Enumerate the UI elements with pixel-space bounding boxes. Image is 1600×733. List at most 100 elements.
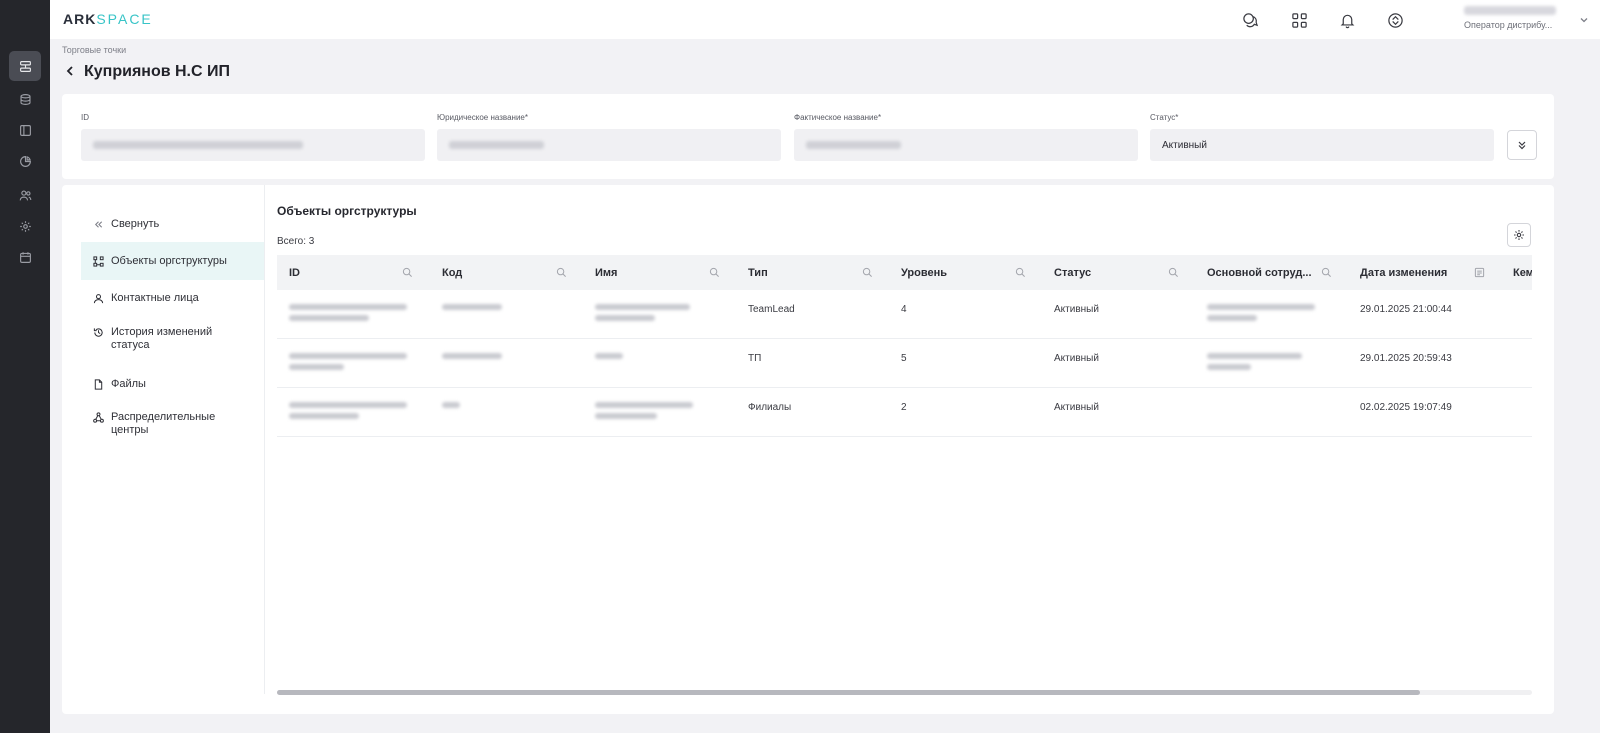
sync-button[interactable] (1384, 9, 1406, 31)
column-header-modified-by[interactable]: Кем (1513, 255, 1532, 290)
app-logo[interactable]: ARKSPACE (63, 11, 153, 27)
nav-item-label: Контактные лица (111, 292, 199, 304)
row-id (289, 402, 409, 424)
row-level: 4 (901, 304, 907, 315)
database-icon (19, 93, 31, 105)
row-id (289, 353, 409, 375)
row-main-employee (1207, 353, 1317, 375)
column-header-modified-date[interactable]: Дата изменения (1360, 255, 1447, 290)
divider (264, 185, 265, 694)
search-icon[interactable] (556, 267, 567, 278)
back-button[interactable] (64, 65, 76, 80)
table-row[interactable]: ТП 5 Активный 29.01.2025 20:59:43 (277, 339, 1532, 388)
nav-item-contacts[interactable]: Контактные лица (81, 280, 264, 316)
org-structure-icon (19, 60, 31, 72)
row-id (289, 304, 409, 326)
column-header-level[interactable]: Уровень (901, 255, 947, 290)
horizontal-scrollbar[interactable] (277, 690, 1532, 695)
nav-item-distribution-centers[interactable]: Распределительные центры (81, 402, 264, 450)
apps-button[interactable] (1288, 9, 1310, 31)
column-header-status[interactable]: Статус (1054, 255, 1091, 290)
id-field-label: ID (81, 113, 89, 122)
table-settings-button[interactable] (1507, 223, 1531, 247)
total-count: Всего: 3 (277, 236, 315, 247)
column-header-code[interactable]: Код (442, 255, 462, 290)
chevron-down-icon[interactable] (1578, 14, 1590, 26)
column-header-main-employee[interactable]: Основной сотруд... (1207, 255, 1312, 290)
page-title: Куприянов Н.С ИП (84, 63, 230, 80)
row-code (442, 353, 522, 364)
row-type: ТП (748, 353, 762, 364)
org-structure-icon (93, 256, 104, 267)
nav-item-label: Файлы (111, 377, 146, 390)
users-icon (19, 189, 31, 200)
nav-item-label: Объекты оргструктуры (111, 255, 227, 267)
rail-users-button[interactable] (9, 180, 41, 210)
id-input[interactable] (81, 129, 425, 161)
row-modified-date: 29.01.2025 20:59:43 (1360, 353, 1452, 364)
id-field: ID (81, 113, 425, 161)
rail-org-structure-button[interactable] (9, 51, 41, 81)
row-type: Филиалы (748, 402, 792, 413)
row-name (595, 402, 705, 424)
apps-grid-icon (1291, 12, 1307, 28)
collapse-button[interactable]: Свернуть (81, 205, 264, 242)
info-card: ID Юридическое название* Фактическое наз… (62, 94, 1554, 179)
pie-chart-icon (19, 155, 31, 167)
settings-icon (19, 220, 31, 232)
actual-name-label: Фактическое название* (794, 113, 882, 122)
file-icon (94, 378, 103, 390)
search-icon[interactable] (709, 267, 720, 278)
row-name (595, 353, 705, 364)
row-code (442, 402, 522, 413)
column-header-name[interactable]: Имя (595, 255, 617, 290)
legal-name-input[interactable] (437, 129, 781, 161)
user-menu[interactable]: Оператор дистрибу... (1464, 6, 1574, 30)
search-icon[interactable] (1321, 267, 1332, 278)
search-icon[interactable] (402, 267, 413, 278)
collapse-label: Свернуть (111, 217, 160, 230)
table-row[interactable]: Филиалы 2 Активный 02.02.2025 19:07:49 (277, 388, 1532, 437)
row-status: Активный (1054, 402, 1099, 413)
main-card: Свернуть Объекты оргструктуры Контактные… (62, 185, 1554, 714)
row-name (595, 304, 705, 326)
side-nav: Свернуть Объекты оргструктуры Контактные… (81, 205, 264, 450)
rail-analytics-button[interactable] (9, 146, 41, 176)
column-header-type[interactable]: Тип (748, 255, 768, 290)
status-select[interactable]: Активный (1150, 129, 1494, 161)
status-label: Статус* (1150, 113, 1179, 122)
gear-icon (1514, 230, 1524, 240)
nav-item-files[interactable]: Файлы (81, 365, 264, 402)
row-modified-date: 02.02.2025 19:07:49 (1360, 402, 1452, 413)
expand-button[interactable] (1507, 130, 1537, 160)
chat-icon (1242, 12, 1258, 27)
section-title: Объекты оргструктуры (277, 204, 417, 218)
search-icon[interactable] (862, 267, 873, 278)
row-level: 2 (901, 402, 907, 413)
chat-button[interactable] (1239, 9, 1261, 31)
search-icon[interactable] (1015, 267, 1026, 278)
row-status: Активный (1054, 304, 1099, 315)
nav-item-label: Распределительные центры (111, 411, 216, 436)
column-header-id[interactable]: ID (289, 255, 300, 290)
table-row[interactable]: TeamLead 4 Активный 29.01.2025 21:00:44 (277, 290, 1532, 339)
breadcrumb[interactable]: Торговые точки (62, 45, 126, 55)
user-name (1464, 6, 1556, 15)
user-icon (93, 294, 104, 304)
rail-calendar-button[interactable] (9, 242, 41, 272)
history-icon (93, 328, 103, 337)
notifications-button[interactable] (1336, 9, 1358, 31)
scrollbar-thumb[interactable] (277, 690, 1420, 695)
search-icon[interactable] (1168, 267, 1179, 278)
calendar-filter-icon[interactable] (1474, 267, 1485, 278)
rail-layout-button[interactable] (9, 115, 41, 145)
nav-item-org-structure[interactable]: Объекты оргструктуры (81, 242, 264, 280)
legal-name-label: Юридическое название* (437, 113, 528, 122)
page-header: Куприянов Н.С ИП (64, 63, 230, 81)
rail-database-button[interactable] (9, 84, 41, 114)
nav-item-status-history[interactable]: История изменений статуса (81, 316, 264, 365)
row-type: TeamLead (748, 304, 795, 315)
rail-settings-button[interactable] (9, 211, 41, 241)
actual-name-input[interactable] (794, 129, 1138, 161)
double-chevron-down-icon (1518, 141, 1526, 150)
